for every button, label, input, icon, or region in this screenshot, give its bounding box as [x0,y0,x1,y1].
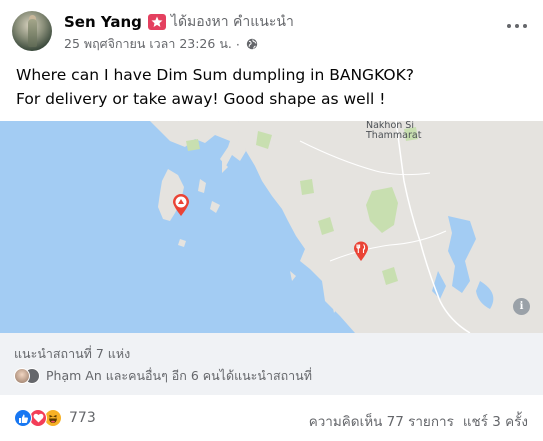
more-options-button[interactable] [507,22,527,30]
post-text-line-1: Where can I have Dim Sum dumpling in BAN… [16,66,414,84]
meta-separator: · [235,36,240,52]
map-city-label: Nakhon Si Thammarat [366,121,421,141]
post-body: Where can I have Dim Sum dumpling in BAN… [16,63,531,111]
reactions-bar: 773 ความคิดเห็น 77 รายการ แชร์ 3 ครั้ง [0,405,543,433]
reaction-summary[interactable]: 773 [14,409,96,427]
places-count-title[interactable]: แนะนำสถานที่ 7 แห่ง [14,344,130,364]
post-meta: 25 พฤศจิกายน เวลา 23:26 น. · [64,35,258,53]
post-timestamp[interactable]: 25 พฤศจิกายน เวลา 23:26 น. [64,34,232,54]
recommendation-star-icon [147,14,166,30]
attraction-pin-icon[interactable] [171,193,191,217]
map-info-icon[interactable]: i [513,298,530,315]
shares-count-link[interactable]: แชร์ 3 ครั้ง [463,410,528,432]
post-header: Sen Yang ได้มองหา คำแนะนำ 25 พฤศจิกายน เ… [0,0,543,60]
restaurant-pin-icon[interactable] [352,240,370,262]
author-avatar[interactable] [12,11,52,51]
recommender-avatar [14,368,30,384]
reaction-count[interactable]: 773 [69,410,96,426]
post-text-line-2: For delivery or take away! Good shape as… [16,90,386,108]
post-action-text: ได้มองหา คำแนะนำ [170,14,294,30]
engagement-counts: ความคิดเห็น 77 รายการ แชร์ 3 ครั้ง [309,410,528,432]
comments-count-link[interactable]: ความคิดเห็น 77 รายการ [309,410,454,432]
recommendations-map[interactable]: Nakhon Si Thammarat [0,121,543,333]
author-row: Sen Yang ได้มองหา คำแนะนำ [64,12,294,32]
like-icon [14,409,32,427]
recommenders-row[interactable]: Phạm An และคนอื่นๆ อีก 6 คนได้แนะนำสถานท… [14,366,312,386]
author-name[interactable]: Sen Yang [64,13,142,31]
map-graphic [150,121,543,333]
facebook-post: Sen Yang ได้มองหา คำแนะนำ 25 พฤศจิกายน เ… [0,0,543,441]
map-city-label-line2: Thammarat [366,130,422,141]
globe-icon [246,38,258,50]
recommenders-text: Phạm An และคนอื่นๆ อีก 6 คนได้แนะนำสถานท… [46,368,312,383]
